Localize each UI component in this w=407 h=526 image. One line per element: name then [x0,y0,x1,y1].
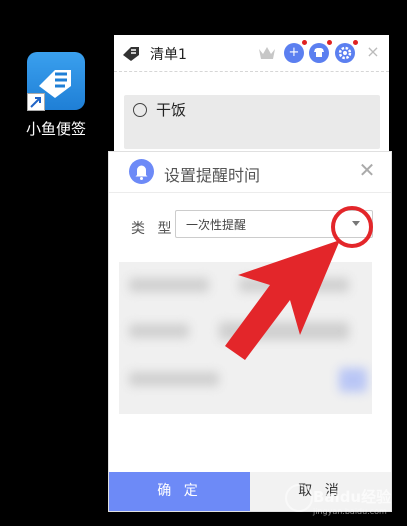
watermark-url: jingyan.baidu.com [313,507,387,516]
highlight-circle [331,206,373,248]
paw-icon [285,484,313,512]
watermark-text: Baidu经验 [313,488,392,506]
pointer-arrow-icon [225,240,340,360]
baidu-watermark: Baidu经验 jingyan.baidu.com [285,480,403,520]
annotation-overlay [225,206,373,360]
